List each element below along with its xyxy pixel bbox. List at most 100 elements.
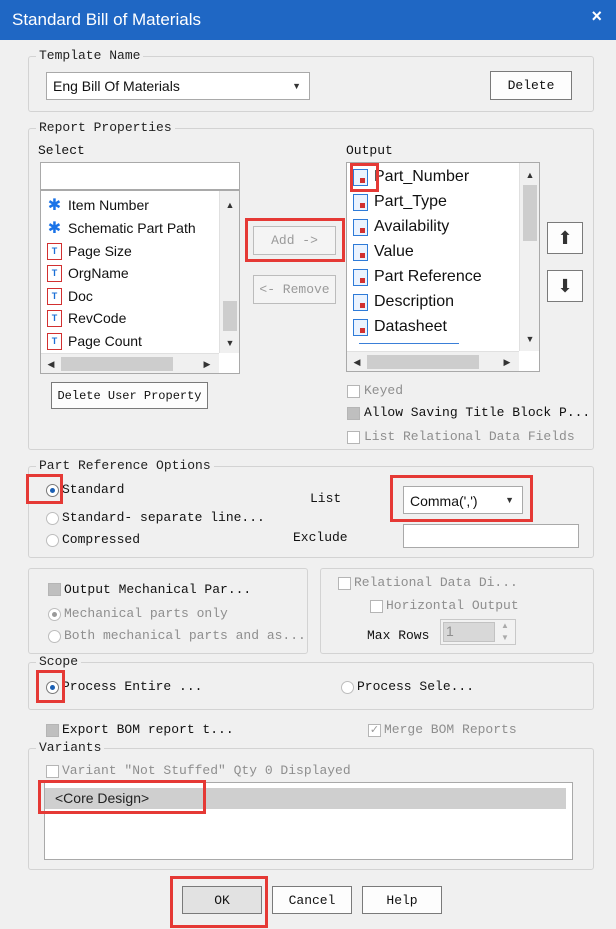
scroll-right-arrow-icon[interactable]: ▶ [199, 356, 215, 372]
text-property-icon: T [47, 264, 62, 282]
merge-bom-checkbox[interactable]: ✓ [368, 724, 381, 737]
list-relational-checkbox[interactable] [347, 431, 360, 444]
list-label: List [310, 491, 342, 506]
compressed-radio[interactable] [46, 534, 59, 547]
dropdown-arrow-icon: ▼ [292, 81, 301, 91]
list-item[interactable]: Part Reference [353, 266, 482, 288]
template-name-combo[interactable]: Eng Bill Of Materials ▼ [46, 72, 310, 100]
spin-down-icon[interactable]: ▼ [501, 633, 509, 642]
relational-data-checkbox[interactable] [338, 577, 351, 590]
list-item[interactable]: ✱ Schematic Part Path [47, 217, 196, 239]
variants-legend: Variants [36, 740, 105, 755]
scroll-up-arrow-icon[interactable]: ▲ [522, 167, 538, 183]
output-horizontal-scrollbar[interactable]: ◀ ▶ [347, 351, 519, 371]
exclude-label: Exclude [293, 530, 348, 545]
text-property-icon: T [47, 309, 62, 327]
part-property-icon [353, 243, 368, 261]
asterisk-icon: ✱ [47, 220, 62, 237]
part-reference-options-legend: Part Reference Options [36, 458, 214, 473]
output-vertical-scrollbar[interactable]: ▲ ▼ [519, 163, 539, 351]
scroll-left-arrow-icon[interactable]: ◀ [43, 356, 59, 372]
part-property-icon [353, 193, 368, 211]
export-bom-label: Export BOM report t... [62, 722, 234, 737]
title-bar: Standard Bill of Materials × [0, 0, 616, 40]
cancel-button[interactable]: Cancel [272, 886, 352, 914]
scroll-down-arrow-icon[interactable]: ▼ [222, 335, 238, 351]
scroll-thumb[interactable] [223, 301, 237, 331]
scope-legend: Scope [36, 654, 82, 669]
process-selection-label: Process Sele... [357, 679, 475, 694]
exclude-input[interactable] [403, 524, 579, 548]
select-filter-input[interactable] [40, 162, 240, 190]
list-item[interactable]: Part_Type [353, 191, 447, 213]
scroll-thumb[interactable] [367, 355, 479, 369]
help-button[interactable]: Help [362, 886, 442, 914]
both-mechanical-radio[interactable] [48, 630, 61, 643]
arrow-up-icon: ⬆ [557, 227, 573, 248]
select-vertical-scrollbar[interactable]: ▲ ▼ [219, 191, 239, 353]
list-item[interactable]: Description [353, 291, 454, 313]
scroll-down-arrow-icon[interactable]: ▼ [522, 331, 538, 347]
scroll-thumb[interactable] [61, 357, 173, 371]
keyed-checkbox[interactable] [347, 385, 360, 398]
allow-saving-label: Allow Saving Title Block P... [364, 405, 591, 420]
max-rows-label: Max Rows [367, 628, 430, 643]
list-item[interactable]: Value [353, 241, 414, 263]
part-number-icon-highlight [350, 163, 379, 192]
standard-label: Standard [62, 482, 125, 497]
variant-not-stuffed-checkbox[interactable] [46, 765, 59, 778]
output-listbox[interactable]: Part_Number Part_Type Availability Value… [346, 162, 540, 372]
merge-bom-label: Merge BOM Reports [384, 722, 517, 737]
allow-saving-checkbox[interactable] [347, 407, 360, 420]
scroll-left-arrow-icon[interactable]: ◀ [349, 354, 365, 370]
list-combo-highlight [390, 475, 533, 522]
move-up-button[interactable]: ⬆ [547, 222, 583, 254]
template-delete-button[interactable]: Delete [490, 71, 572, 100]
standard-separate-radio[interactable] [46, 512, 59, 525]
scroll-up-arrow-icon[interactable]: ▲ [222, 197, 238, 213]
mechanical-only-label: Mechanical parts only [64, 606, 228, 621]
list-item[interactable]: T RevCode [47, 307, 126, 329]
select-label: Select [38, 143, 85, 158]
mechanical-only-radio[interactable] [48, 608, 61, 621]
export-bom-checkbox[interactable] [46, 724, 59, 737]
list-item[interactable]: T Doc [47, 285, 93, 307]
list-item[interactable]: Datasheet [353, 316, 447, 338]
keyed-label: Keyed [364, 383, 404, 398]
scroll-right-arrow-icon[interactable]: ▶ [499, 354, 515, 370]
output-mechanical-checkbox[interactable] [48, 583, 61, 596]
close-icon[interactable]: × [591, 6, 602, 27]
add-button-highlight [245, 218, 345, 262]
part-property-icon [353, 318, 368, 336]
ok-button-highlight [170, 876, 268, 928]
select-listbox[interactable]: ✱ Item Number ✱ Schematic Part Path T Page … [40, 190, 240, 374]
move-down-button[interactable]: ⬇ [547, 270, 583, 302]
compressed-label: Compressed [62, 532, 141, 547]
list-item[interactable]: ✱ Item Number [47, 194, 149, 216]
horizontal-output-label: Horizontal Output [386, 598, 519, 613]
max-rows-spinner[interactable]: 1 ▲ ▼ [440, 619, 516, 645]
delete-user-property-button[interactable]: Delete User Property [51, 382, 208, 409]
process-entire-label: Process Entire ... [62, 679, 203, 694]
process-selection-radio[interactable] [341, 681, 354, 694]
template-name-legend: Template Name [36, 48, 144, 63]
remove-property-button[interactable]: <- Remove [253, 275, 336, 304]
text-property-icon: T [47, 242, 62, 260]
horizontal-output-checkbox[interactable] [370, 600, 383, 613]
list-item[interactable]: T OrgName [47, 262, 129, 284]
report-properties-legend: Report Properties [36, 120, 175, 135]
window-title: Standard Bill of Materials [12, 10, 201, 29]
template-name-value: Eng Bill Of Materials [53, 78, 180, 94]
list-item[interactable]: Availability [353, 216, 449, 238]
spin-up-icon[interactable]: ▲ [501, 621, 509, 630]
output-mechanical-label: Output Mechanical Par... [64, 582, 252, 597]
part-property-icon [353, 218, 368, 236]
max-rows-value: 1 [446, 623, 454, 639]
list-item[interactable]: T Page Count [47, 330, 142, 352]
scroll-thumb[interactable] [523, 185, 537, 241]
select-horizontal-scrollbar[interactable]: ◀ ▶ [41, 353, 219, 373]
list-item[interactable]: T Page Size [47, 240, 132, 262]
part-property-icon [353, 268, 368, 286]
core-design-highlight [38, 780, 206, 814]
list-relational-label: List Relational Data Fields [364, 429, 575, 444]
